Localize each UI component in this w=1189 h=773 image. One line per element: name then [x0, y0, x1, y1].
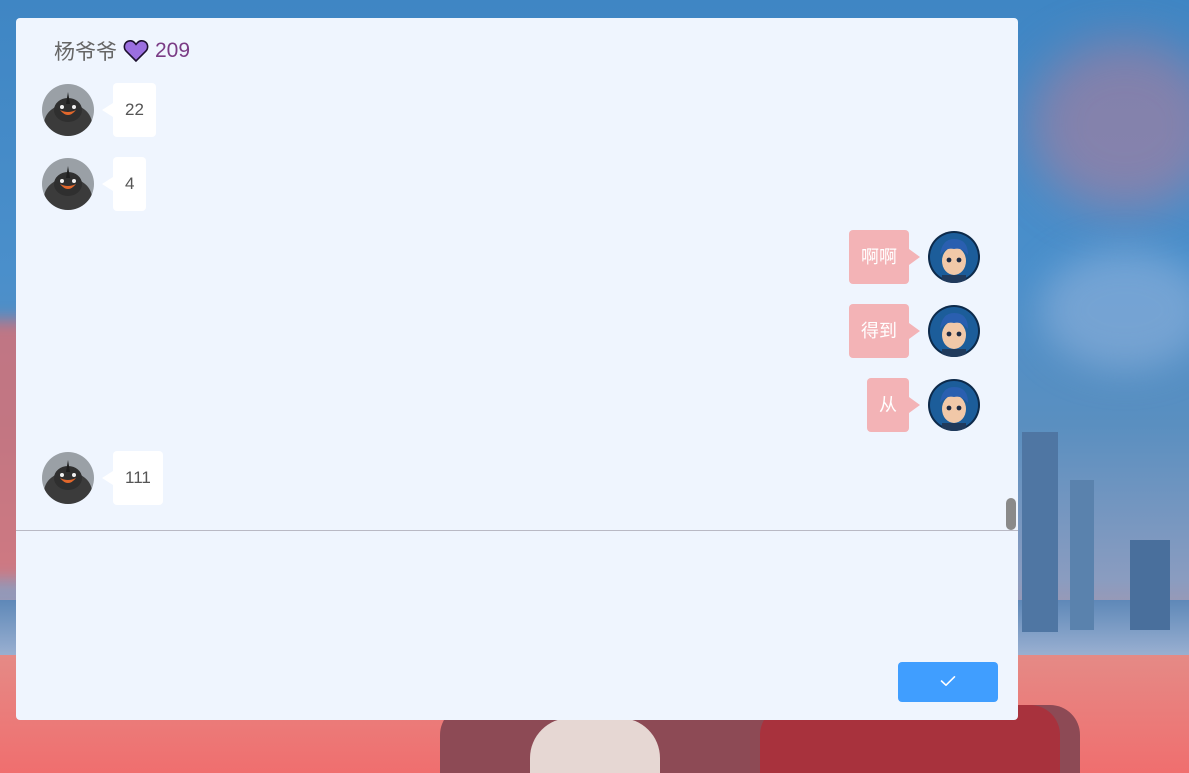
chat-header: 杨爷爷 209 — [54, 36, 190, 66]
boy-avatar[interactable] — [928, 305, 980, 357]
boy-avatar[interactable] — [928, 231, 980, 283]
check-icon — [940, 675, 956, 690]
message-received: 111 — [42, 451, 163, 505]
heart-icon — [123, 39, 149, 63]
message-bubble[interactable]: 得到 — [849, 304, 920, 358]
message-list[interactable]: 22 4 啊啊 得到 从 111 — [16, 80, 1008, 531]
message-sent: 得到 — [849, 304, 980, 358]
bird-avatar[interactable] — [42, 158, 94, 210]
message-bubble[interactable]: 4 — [101, 157, 147, 211]
message-bubble[interactable]: 从 — [867, 378, 920, 432]
message-scrollbar-thumb[interactable] — [1006, 498, 1016, 530]
message-sent: 啊啊 — [849, 230, 980, 284]
message-bubble[interactable]: 啊啊 — [849, 230, 920, 284]
contact-name: 杨爷爷 — [54, 41, 117, 64]
message-received: 4 — [42, 157, 147, 211]
send-button[interactable] — [898, 662, 998, 702]
message-bubble[interactable]: 22 — [102, 83, 156, 137]
message-sent: 从 — [867, 378, 980, 432]
like-count: 209 — [155, 39, 191, 62]
message-input[interactable] — [16, 531, 1018, 661]
message-received: 22 — [42, 83, 156, 137]
bird-avatar[interactable] — [42, 84, 94, 136]
bird-avatar[interactable] — [42, 452, 94, 504]
boy-avatar[interactable] — [928, 379, 980, 431]
chat-panel: 杨爷爷 209 22 4 啊啊 得到 从 111 — [16, 18, 1018, 720]
message-bubble[interactable]: 111 — [102, 451, 163, 505]
